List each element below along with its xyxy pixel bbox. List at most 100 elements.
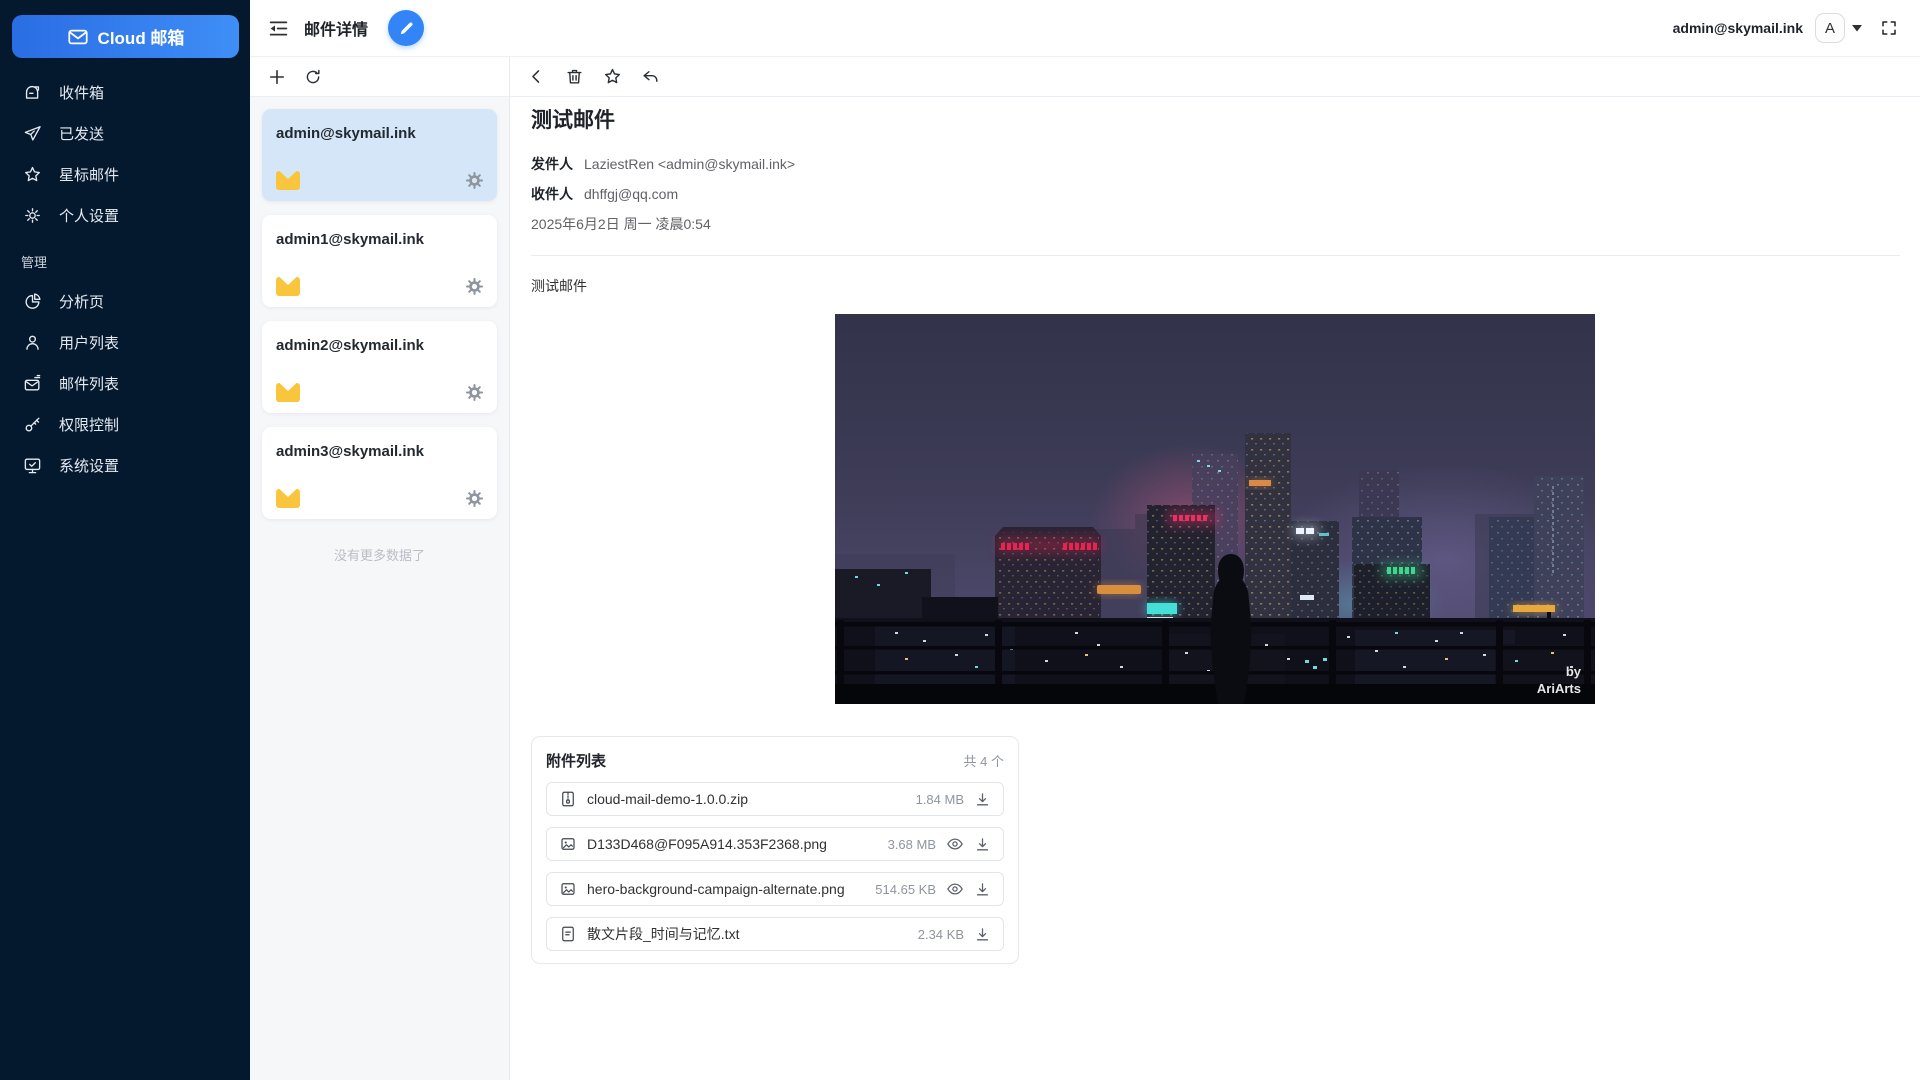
mail-to-row: 收件人 dhffgj@qq.com xyxy=(531,179,1920,209)
attachment-list: 附件列表 共 4 个 cloud-mail-demo-1.0.0.zip 1.8… xyxy=(531,736,1019,964)
account-list: admin@skymail.ink admin1@skymail.ink xyxy=(250,97,509,1080)
sidebar-item-settings[interactable]: 个人设置 xyxy=(0,195,250,236)
sidebar: Cloud 邮箱 收件箱 已发送 星标邮件 个人设置 管理 分析页 xyxy=(0,0,250,1080)
sidebar-item-label: 系统设置 xyxy=(59,455,119,476)
fullscreen-icon[interactable] xyxy=(1880,19,1898,37)
image-file-icon xyxy=(559,835,577,853)
account-settings-icon[interactable] xyxy=(465,383,484,402)
sidebar-item-mail-list[interactable]: 邮件列表 xyxy=(0,363,250,404)
attachment-row: hero-background-campaign-alternate.png 5… xyxy=(546,872,1004,906)
download-icon[interactable] xyxy=(974,881,991,898)
monitor-icon xyxy=(23,456,42,475)
attachment-name: cloud-mail-demo-1.0.0.zip xyxy=(587,791,906,807)
mail-detail-panel: 测试邮件 发件人 LaziestRen <admin@skymail.ink> … xyxy=(510,57,1920,1080)
sidebar-item-label: 收件箱 xyxy=(59,82,104,103)
sidebar-item-label: 邮件列表 xyxy=(59,373,119,394)
compose-button[interactable] xyxy=(388,10,424,46)
sidebar-item-inbox[interactable]: 收件箱 xyxy=(0,72,250,113)
sidebar-item-label: 已发送 xyxy=(59,123,104,144)
mail-detail-content: 测试邮件 发件人 LaziestRen <admin@skymail.ink> … xyxy=(510,97,1920,1080)
zip-file-icon xyxy=(559,790,577,808)
mail-from-row: 发件人 LaziestRen <admin@skymail.ink> xyxy=(531,149,1920,179)
account-card-email: admin2@skymail.ink xyxy=(276,337,483,354)
sidebar-item-starred[interactable]: 星标邮件 xyxy=(0,154,250,195)
sidebar-item-label: 星标邮件 xyxy=(59,164,119,185)
sidebar-item-permissions[interactable]: 权限控制 xyxy=(0,404,250,445)
account-card-email: admin1@skymail.ink xyxy=(276,231,483,248)
from-value: LaziestRen <admin@skymail.ink> xyxy=(584,149,795,179)
text-file-icon xyxy=(559,925,577,943)
chevron-down-icon[interactable] xyxy=(1852,25,1862,32)
email-image: by AriArts xyxy=(835,314,1595,704)
preview-eye-icon[interactable] xyxy=(946,880,964,898)
account-settings-icon[interactable] xyxy=(465,489,484,508)
download-icon[interactable] xyxy=(974,836,991,853)
app-root: Cloud 邮箱 收件箱 已发送 星标邮件 个人设置 管理 分析页 xyxy=(0,0,1920,1080)
account-card[interactable]: admin2@skymail.ink xyxy=(262,321,497,413)
account-card[interactable]: admin3@skymail.ink xyxy=(262,427,497,519)
key-icon xyxy=(23,415,42,434)
attachment-size: 1.84 MB xyxy=(916,792,964,807)
preview-eye-icon[interactable] xyxy=(946,835,964,853)
brand-logo-button[interactable]: Cloud 邮箱 xyxy=(12,15,239,58)
mail-date: 2025年6月2日 周一 凌晨0:54 xyxy=(531,209,1920,239)
delete-icon[interactable] xyxy=(565,67,584,86)
mail-list-icon xyxy=(23,374,42,393)
folder-mail-icon xyxy=(276,277,300,296)
gear-icon xyxy=(23,206,42,225)
sidebar-item-sent[interactable]: 已发送 xyxy=(0,113,250,154)
attachment-row: cloud-mail-demo-1.0.0.zip 1.84 MB xyxy=(546,782,1004,816)
account-list-panel: admin@skymail.ink admin1@skymail.ink xyxy=(250,57,510,1080)
sidebar-item-system[interactable]: 系统设置 xyxy=(0,445,250,486)
account-card-email: admin3@skymail.ink xyxy=(276,443,483,460)
to-value: dhffgj@qq.com xyxy=(584,179,678,209)
account-card[interactable]: admin1@skymail.ink xyxy=(262,215,497,307)
folder-mail-icon xyxy=(276,383,300,402)
refresh-icon[interactable] xyxy=(304,68,322,86)
image-file-icon xyxy=(559,880,577,898)
attachment-list-title: 附件列表 xyxy=(546,750,606,771)
mail-meta: 发件人 LaziestRen <admin@skymail.ink> 收件人 d… xyxy=(510,149,1920,239)
sidebar-item-users[interactable]: 用户列表 xyxy=(0,322,250,363)
account-list-toolbar xyxy=(250,57,509,97)
topbar: 邮件详情 admin@skymail.ink A xyxy=(250,0,1920,57)
mailbox-icon xyxy=(23,83,42,102)
from-label: 发件人 xyxy=(531,149,573,179)
divider xyxy=(531,255,1900,256)
mail-logo-icon xyxy=(67,26,89,48)
user-icon xyxy=(23,333,42,352)
reply-icon[interactable] xyxy=(641,67,660,86)
download-icon[interactable] xyxy=(974,791,991,808)
folder-mail-icon xyxy=(276,171,300,190)
mail-subject: 测试邮件 xyxy=(510,107,1920,135)
back-icon[interactable] xyxy=(527,67,546,86)
sidebar-nav: 收件箱 已发送 星标邮件 个人设置 管理 分析页 用户列表 xyxy=(0,58,250,486)
star-icon[interactable] xyxy=(603,67,622,86)
account-settings-icon[interactable] xyxy=(465,171,484,190)
folder-mail-icon xyxy=(276,489,300,508)
sidebar-fold-icon[interactable] xyxy=(265,15,291,41)
pencil-icon xyxy=(398,20,415,37)
account-card[interactable]: admin@skymail.ink xyxy=(262,109,497,201)
sidebar-item-analytics[interactable]: 分析页 xyxy=(0,281,250,322)
page-title: 邮件详情 xyxy=(304,16,368,40)
account-card-email: admin@skymail.ink xyxy=(276,125,483,142)
account-email: admin@skymail.ink xyxy=(1673,20,1803,36)
attachment-count: 共 4 个 xyxy=(964,751,1004,770)
attachment-row: 散文片段_时间与记忆.txt 2.34 KB xyxy=(546,917,1004,951)
pie-chart-icon xyxy=(23,292,42,311)
image-watermark-artist: AriArts xyxy=(1537,681,1581,696)
attachment-size: 514.65 KB xyxy=(875,882,936,897)
download-icon[interactable] xyxy=(974,926,991,943)
account-settings-icon[interactable] xyxy=(465,277,484,296)
add-account-icon[interactable] xyxy=(267,67,287,87)
sidebar-section-label: 管理 xyxy=(0,236,250,281)
sidebar-item-label: 个人设置 xyxy=(59,205,119,226)
attachment-size: 3.68 MB xyxy=(888,837,936,852)
brand-name: Cloud 邮箱 xyxy=(98,24,185,49)
mail-body-text: 测试邮件 xyxy=(510,276,1920,296)
send-icon xyxy=(23,124,42,143)
avatar[interactable]: A xyxy=(1815,13,1845,43)
sidebar-item-label: 分析页 xyxy=(59,291,104,312)
sidebar-item-label: 用户列表 xyxy=(59,332,119,353)
